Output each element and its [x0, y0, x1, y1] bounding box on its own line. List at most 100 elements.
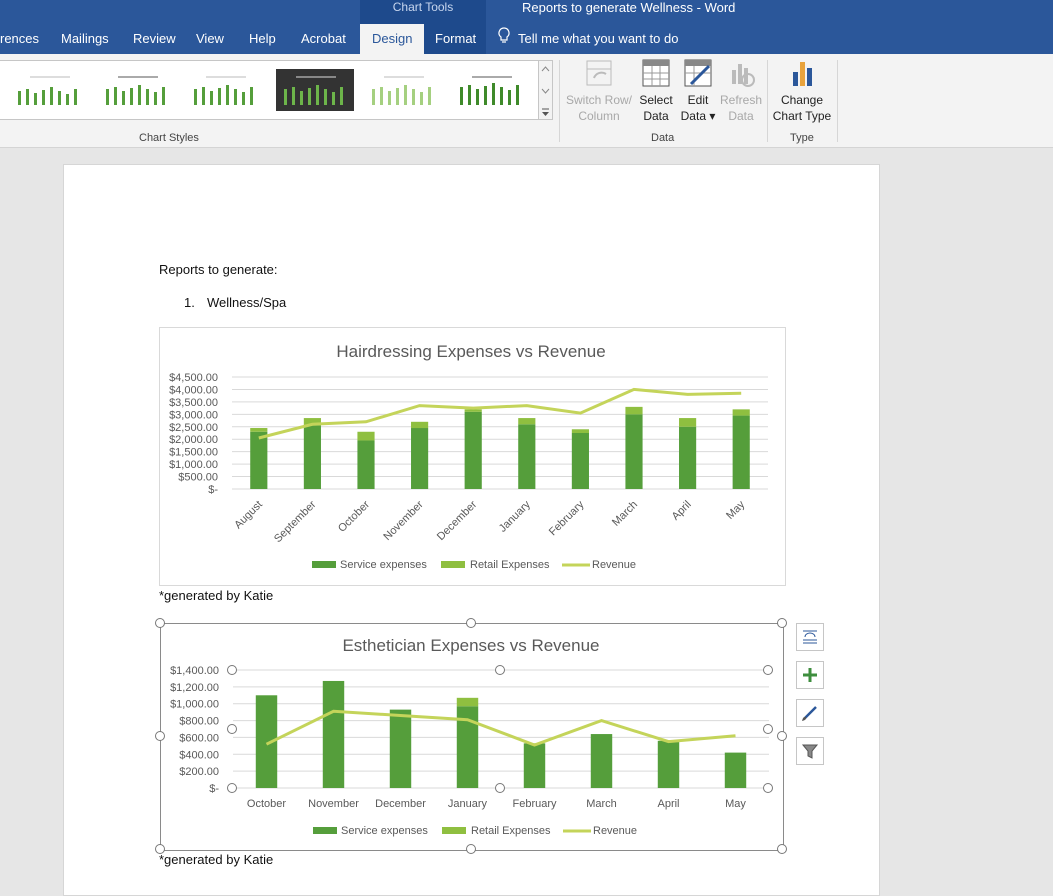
retail-expense-bar [625, 406, 643, 415]
ribbon-separator [837, 60, 838, 142]
switch-row-column-icon [563, 58, 635, 88]
doc-heading[interactable]: Reports to generate: [159, 262, 278, 277]
switch-row-label-1: Switch Row/ [565, 93, 633, 107]
chart-style-4[interactable] [276, 69, 354, 111]
layout-options-icon [803, 630, 817, 644]
select-data-label-2: Data [643, 109, 669, 123]
title-bar: Chart Tools Reports to generate Wellness… [0, 0, 1053, 54]
chart-elements-button[interactable] [796, 661, 824, 689]
x-tick-label: September [272, 498, 319, 545]
chart-title: Hairdressing Expenses vs Revenue [336, 342, 605, 361]
chart-style-6[interactable] [452, 69, 530, 111]
legend-service-label: Service expenses [340, 559, 427, 571]
refresh-label-1: Refresh [720, 93, 763, 107]
x-tick-label: October [336, 498, 372, 534]
tab-acrobat[interactable]: Acrobat [301, 24, 346, 54]
type-group-label: Type [790, 132, 814, 144]
hairdressing-chart[interactable]: Hairdressing Expenses vs Revenue $4,500.0… [159, 327, 786, 586]
switch-row-column-button[interactable]: Switch Row/ Column [563, 58, 635, 124]
chart-selection-handles[interactable] [150, 615, 795, 860]
data-group-label: Data [651, 132, 675, 144]
tab-view[interactable]: View [196, 24, 224, 54]
chart-styles-group-label: Chart Styles [139, 132, 199, 144]
list-item[interactable]: Wellness/Spa [207, 295, 286, 310]
service-expense-bar [250, 431, 268, 489]
tab-review[interactable]: Review [133, 24, 176, 54]
x-tick-label: February [547, 498, 587, 538]
filter-icon [801, 744, 819, 759]
chart-style-3[interactable] [186, 69, 264, 111]
chart-styles-button[interactable] [796, 699, 824, 727]
tab-format[interactable]: Format [435, 24, 476, 54]
y-tick-label: $3,000.00 [169, 409, 218, 421]
ribbon: Chart Styles Switch Row/ Column Select D… [0, 54, 1053, 148]
x-tick-label: March [610, 499, 640, 529]
tab-help[interactable]: Help [249, 24, 276, 54]
change-chart-type-icon [771, 58, 833, 88]
change-chart-type-button[interactable]: Change Chart Type [771, 58, 833, 124]
chart-styles-gallery [0, 60, 539, 120]
retail-expense-bar [250, 428, 268, 432]
retail-expense-bar [571, 429, 589, 433]
service-expense-bar [303, 425, 321, 489]
refresh-data-icon [720, 58, 762, 88]
tab-references[interactable]: rences [0, 24, 39, 54]
layout-options-button[interactable] [796, 623, 824, 651]
service-expense-bar [464, 411, 482, 489]
service-expense-bar [357, 440, 375, 489]
tab-mailings[interactable]: Mailings [61, 24, 109, 54]
x-tick-label: December [435, 498, 480, 543]
y-tick-label: $- [208, 484, 218, 496]
retail-expense-bar [518, 418, 536, 425]
select-data-button[interactable]: Select Data [636, 58, 676, 124]
y-tick-label: $500.00 [178, 472, 218, 484]
y-tick-label: $1,000.00 [169, 459, 218, 471]
tab-design[interactable]: Design [360, 24, 425, 54]
chart-style-2[interactable] [98, 69, 176, 111]
retail-expense-bar [357, 431, 375, 441]
select-data-icon [636, 58, 676, 88]
y-tick-label: $1,500.00 [169, 447, 218, 459]
y-tick-label: $3,500.00 [169, 397, 218, 409]
tell-me-search[interactable]: Tell me what you want to do [498, 24, 678, 54]
select-data-label-1: Select [639, 93, 673, 107]
service-expense-bar [411, 428, 429, 489]
legend-service-swatch [312, 561, 336, 568]
service-expense-bar [625, 414, 643, 489]
chart-style-5[interactable] [364, 69, 442, 111]
service-expense-bar [571, 433, 589, 489]
retail-expense-bar [464, 409, 482, 412]
chart-filters-button[interactable] [796, 737, 824, 765]
legend-retail-label: Retail Expenses [470, 559, 550, 571]
refresh-data-button[interactable]: Refresh Data [720, 58, 762, 124]
refresh-label-2: Data [728, 109, 754, 123]
y-tick-label: $2,000.00 [169, 434, 218, 446]
legend-retail-swatch [441, 561, 465, 568]
edit-data-icon [680, 58, 716, 88]
edit-data-label-2: Data ▾ [680, 109, 716, 123]
service-expense-bar [732, 415, 750, 489]
paintbrush-icon [802, 706, 817, 721]
lightbulb-icon [498, 24, 512, 54]
service-expense-bar [679, 426, 697, 489]
edit-data-label-1: Edit [687, 93, 709, 107]
chart-style-1[interactable] [10, 69, 88, 111]
document-title: Reports to generate Wellness - Word [522, 0, 736, 15]
ribbon-separator [559, 60, 560, 142]
revenue-line [258, 387, 742, 440]
edit-data-button[interactable]: Edit Data ▾ [680, 58, 716, 124]
y-tick-label: $4,500.00 [169, 372, 218, 384]
plus-icon [803, 668, 817, 682]
x-tick-label: April [670, 499, 694, 523]
x-tick-label: January [497, 498, 534, 535]
x-tick-label: May [724, 498, 748, 522]
ribbon-separator [767, 60, 768, 142]
chart-tools-label: Chart Tools [392, 0, 454, 14]
retail-expense-bar [679, 418, 697, 427]
change-type-label-1: Change [780, 93, 824, 107]
retail-expense-bar [732, 409, 750, 416]
gallery-scrollbar[interactable] [538, 60, 553, 120]
tell-me-text: Tell me what you want to do [518, 31, 679, 46]
chart1-caption[interactable]: *generated by Katie [159, 588, 273, 603]
change-type-label-2: Chart Type [772, 109, 832, 123]
